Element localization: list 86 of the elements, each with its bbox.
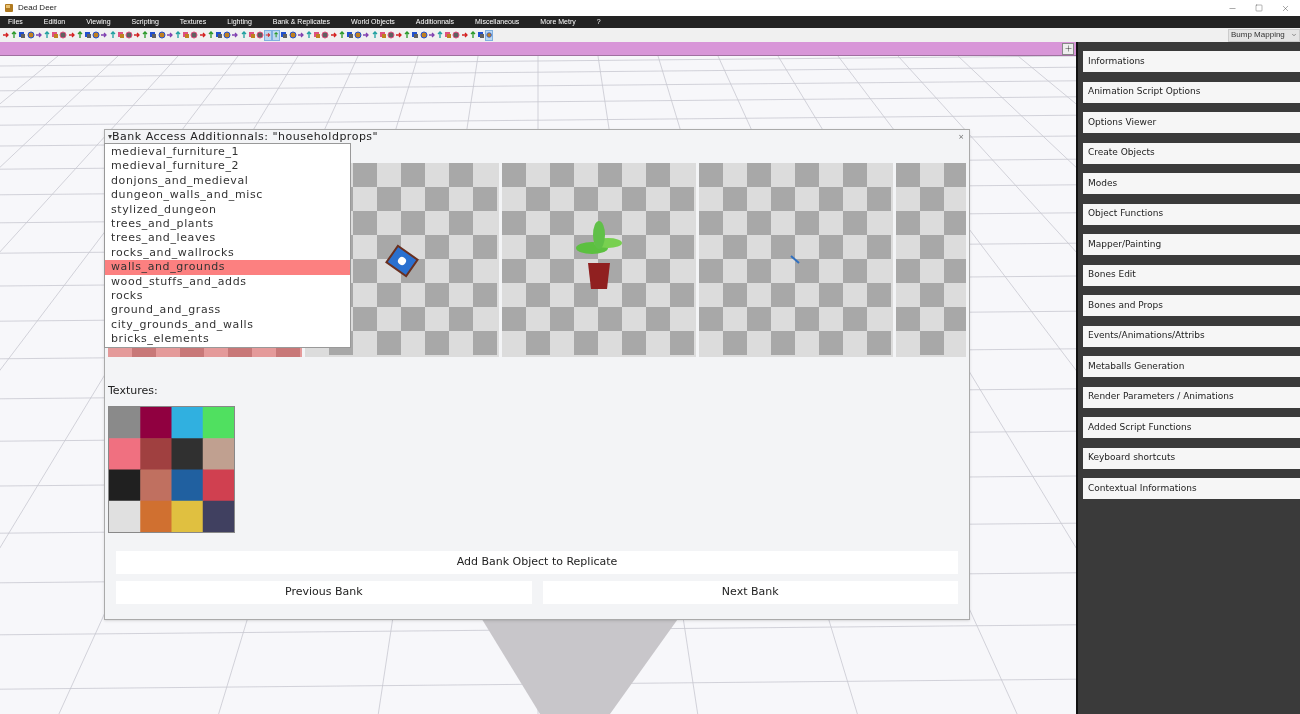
- toolbar-button[interactable]: [247, 29, 256, 41]
- toolbar-button[interactable]: [280, 29, 289, 41]
- toolbar-button[interactable]: [313, 29, 322, 41]
- panel-button[interactable]: Mapper/Painting: [1083, 234, 1300, 255]
- bank-list-item[interactable]: medieval_furniture_1: [105, 145, 350, 160]
- previous-bank-button[interactable]: Previous Bank: [116, 580, 532, 604]
- toolbar-button[interactable]: [223, 29, 232, 41]
- plus-icon: [1063, 44, 1073, 53]
- toolbar-button[interactable]: [141, 29, 150, 41]
- bank-list-item[interactable]: donjons_and_medieval: [105, 173, 350, 189]
- toolbar-button[interactable]: [468, 29, 477, 41]
- panel-button[interactable]: Contextual Informations: [1083, 478, 1300, 499]
- toolbar-button[interactable]: [26, 29, 35, 41]
- bank-list-item[interactable]: dungeon_walls_and_misc: [105, 188, 350, 203]
- toolbar-button[interactable]: [321, 29, 330, 41]
- bank-list-item[interactable]: stylized_dungeon: [105, 202, 350, 217]
- bank-list-item[interactable]: walls_and_grounds: [105, 260, 350, 275]
- panel-button[interactable]: Create Objects: [1083, 142, 1300, 164]
- chevron-down-icon: [1291, 32, 1297, 38]
- bank-list-item[interactable]: trees_and_plants: [105, 216, 350, 232]
- bank-list-item[interactable]: medieval_furniture_2: [105, 159, 350, 174]
- toolbar-button[interactable]: [124, 29, 133, 41]
- panel-button[interactable]: Informations: [1083, 51, 1300, 72]
- panel-button[interactable]: Modes: [1083, 173, 1300, 194]
- toolbar-button[interactable]: [386, 29, 395, 41]
- toolbar-button[interactable]: [42, 29, 52, 41]
- panel-button[interactable]: Bones Edit: [1083, 264, 1300, 286]
- toolbar-button[interactable]: [255, 29, 264, 41]
- toolbar-button[interactable]: [214, 29, 224, 41]
- toolbar-button[interactable]: [157, 29, 166, 41]
- toolbar-button[interactable]: [59, 29, 68, 41]
- toolbar-button[interactable]: [264, 29, 273, 41]
- bank-list-item[interactable]: city_grounds_and_walls: [105, 317, 350, 333]
- add-button[interactable]: [1062, 42, 1074, 55]
- toolbar-button[interactable]: [378, 29, 387, 41]
- toolbar-button[interactable]: [206, 29, 215, 41]
- textures-label: Textures:: [108, 383, 159, 399]
- panel-button[interactable]: Keyboard shortcuts: [1083, 447, 1300, 469]
- toolbar-button[interactable]: [435, 29, 445, 41]
- toolbar-button[interactable]: [75, 29, 84, 41]
- panel-button[interactable]: Animation Script Options: [1083, 81, 1300, 103]
- toolbar-button[interactable]: [83, 29, 93, 41]
- toolbar-button[interactable]: [411, 29, 420, 41]
- panel-button[interactable]: Render Parameters / Animations: [1083, 386, 1300, 408]
- toolbar-button[interactable]: [92, 29, 101, 41]
- toolbar-button[interactable]: [10, 29, 19, 41]
- toolbar-button[interactable]: [345, 29, 355, 41]
- toolbar-button[interactable]: [108, 29, 117, 41]
- toolbar-button[interactable]: [485, 29, 494, 41]
- bank-list-item[interactable]: bricks_elements: [105, 332, 350, 347]
- collapse-toggle[interactable]: ▾: [108, 131, 112, 143]
- panel-button[interactable]: Added Script Functions: [1083, 417, 1300, 438]
- toolbar-button[interactable]: [304, 29, 314, 41]
- window-title: Dead Deer: [18, 2, 57, 14]
- toolbar-button[interactable]: [116, 29, 125, 41]
- bank-list-item[interactable]: trees_and_leaves: [105, 231, 350, 246]
- toolbar-button[interactable]: [354, 29, 363, 41]
- toolbar-button[interactable]: [444, 29, 453, 41]
- toolbar-button[interactable]: [149, 29, 158, 41]
- bank-list-item[interactable]: wood_stuffs_and_adds: [105, 274, 350, 289]
- bank-list-item[interactable]: rocks_and_wallrocks: [105, 245, 350, 261]
- bank-list-item[interactable]: ground_and_grass: [105, 303, 350, 318]
- panel-button[interactable]: Metaballs Generation: [1083, 356, 1300, 377]
- toolbar-button[interactable]: [337, 29, 346, 41]
- toolbar-button[interactable]: [288, 29, 297, 41]
- dialog-title: Bank Access Additionnals: "householdprops": [112, 128, 379, 145]
- toolbar-button[interactable]: [239, 29, 248, 41]
- toolbar-button[interactable]: [182, 29, 191, 41]
- toolbar-button[interactable]: [452, 29, 461, 41]
- toolbar-button[interactable]: [370, 29, 379, 41]
- toolbar-button[interactable]: [18, 29, 27, 41]
- toolbar-button[interactable]: [403, 29, 412, 41]
- app-icon: [4, 3, 14, 13]
- toolbar-button[interactable]: [419, 29, 428, 41]
- panel-button[interactable]: Bones and Props: [1083, 295, 1300, 316]
- add-bank-object-button[interactable]: Add Bank Object to Replicate: [116, 550, 958, 574]
- panel-button[interactable]: Options Viewer: [1083, 112, 1300, 133]
- panel-button[interactable]: Events/Animations/Attribs: [1083, 325, 1300, 347]
- toolbar-button[interactable]: [173, 29, 183, 41]
- next-bank-button[interactable]: Next Bank: [542, 580, 958, 604]
- bank-list-item[interactable]: rocks: [105, 288, 350, 304]
- render-mode-select[interactable]: Bump Mapping: [1228, 28, 1300, 42]
- toolbar-button[interactable]: [51, 29, 60, 41]
- toolbar-button[interactable]: [476, 29, 486, 41]
- panel-button[interactable]: Object Functions: [1083, 203, 1300, 225]
- toolbar-button[interactable]: [190, 29, 199, 41]
